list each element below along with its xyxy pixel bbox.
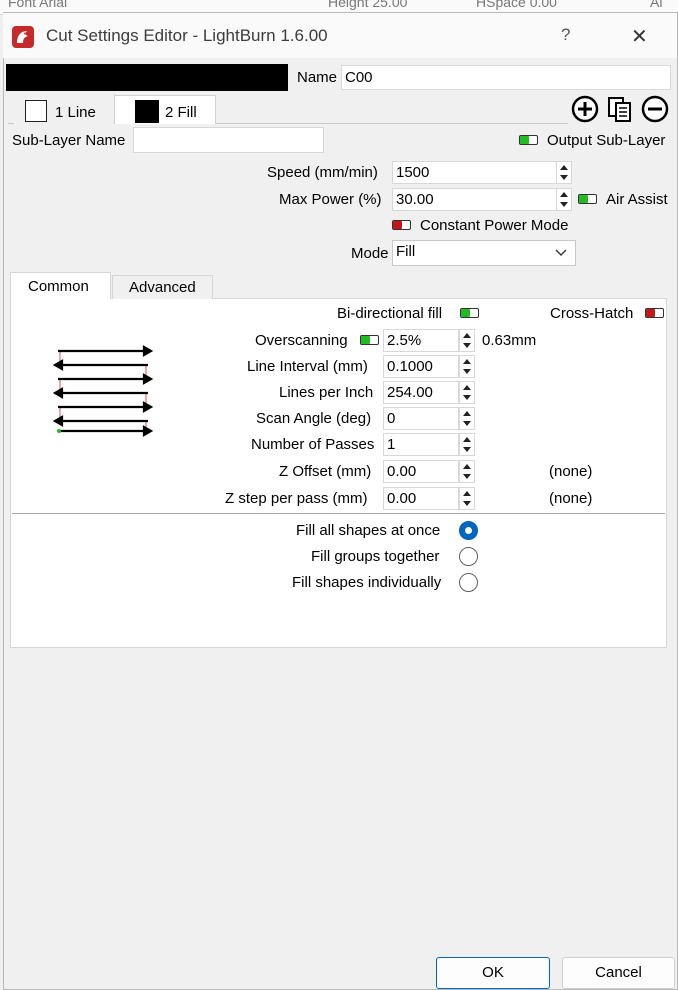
tab-common[interactable]: Common (10, 272, 111, 299)
line-interval-spinner[interactable] (459, 355, 475, 378)
mode-label: Mode (351, 245, 389, 262)
max-power-input[interactable]: 30.00 (392, 188, 557, 211)
name-label: Name (297, 69, 338, 86)
speed-label: Speed (mm/min) (267, 164, 378, 181)
cancel-button[interactable]: Cancel (562, 957, 675, 989)
sublayer-name-input[interactable] (133, 127, 324, 153)
fill-groups-together-label: Fill groups together (311, 548, 440, 565)
line-interval-input[interactable]: 0.1000 (383, 355, 459, 378)
fill-groups-together-radio[interactable] (459, 547, 478, 566)
line-interval-label: Line Interval (mm) (247, 358, 368, 375)
lines-per-inch-label: Lines per Inch (279, 384, 374, 401)
z-step-note: (none) (549, 490, 593, 507)
tab-sublayer-1-label: 1 Line (55, 104, 96, 121)
passes-input[interactable]: 1 (383, 433, 459, 456)
name-input[interactable]: C00 (341, 65, 671, 90)
air-assist-label: Air Assist (606, 191, 668, 208)
title-bar: Cut Settings Editor - LightBurn 1.6.00 ?… (3, 13, 677, 58)
z-offset-note: (none) (549, 463, 593, 480)
add-sublayer-icon[interactable] (571, 95, 599, 123)
overscanning-input[interactable]: 2.5% (383, 329, 459, 352)
scan-angle-spinner[interactable] (459, 407, 475, 430)
lines-per-inch-input[interactable]: 254.00 (383, 381, 459, 404)
tab-advanced[interactable]: Advanced (112, 275, 213, 299)
speed-spinner[interactable] (556, 161, 572, 184)
passes-spinner[interactable] (459, 433, 475, 456)
overscanning-distance: 0.63mm (482, 332, 537, 349)
fill-shapes-individually-radio[interactable] (459, 573, 478, 592)
fill-shapes-individually-label: Fill shapes individually (292, 574, 442, 591)
mode-select-value: Fill (396, 243, 416, 260)
mode-select[interactable]: Fill (392, 240, 576, 266)
max-power-spinner[interactable] (556, 188, 572, 211)
lines-per-inch-spinner[interactable] (459, 381, 475, 404)
divider (12, 513, 665, 514)
output-sublayer-toggle[interactable] (519, 135, 538, 145)
close-button[interactable]: ✕ (631, 24, 648, 49)
fill-all-at-once-label: Fill all shapes at once (296, 522, 441, 539)
sublayer-2-swatch (135, 100, 159, 123)
chevron-down-icon (555, 249, 567, 256)
bidirectional-label: Bi-directional fill (337, 305, 443, 322)
z-offset-spinner[interactable] (459, 460, 475, 483)
overscanning-toggle[interactable] (360, 335, 379, 345)
output-sublayer-label: Output Sub-Layer (547, 132, 666, 149)
background-font-label: Font Arial (8, 0, 68, 10)
fill-pattern-preview (52, 345, 154, 437)
constant-power-label: Constant Power Mode (420, 217, 569, 234)
speed-input[interactable]: 1500 (392, 161, 557, 184)
scan-angle-input[interactable]: 0 (383, 407, 459, 430)
z-offset-input[interactable]: 0.00 (383, 460, 459, 483)
z-step-label: Z step per pass (mm) (225, 490, 368, 507)
sublayer-1-swatch (25, 100, 47, 122)
overscanning-spinner[interactable] (459, 329, 475, 352)
tab-sublayer-2-label: 2 Fill (165, 104, 197, 121)
z-offset-label: Z Offset (mm) (279, 463, 372, 480)
layer-color-swatch[interactable] (6, 64, 288, 91)
background-height-label: Height 25.00 (328, 0, 408, 10)
passes-label: Number of Passes (251, 436, 375, 453)
tab-sublayer-1[interactable]: 1 Line (14, 96, 114, 124)
lightburn-logo-icon (12, 26, 34, 48)
max-power-label: Max Power (%) (279, 191, 382, 208)
tab-sublayer-2[interactable]: 2 Fill (114, 95, 216, 124)
background-hspace-label: HSpace 0.00 (476, 0, 557, 10)
ok-button[interactable]: OK (436, 957, 550, 989)
scan-angle-label: Scan Angle (deg) (256, 410, 372, 427)
air-assist-toggle[interactable] (578, 194, 597, 204)
help-button[interactable]: ? (561, 25, 570, 45)
crosshatch-toggle[interactable] (645, 308, 664, 318)
crosshatch-label: Cross-Hatch (550, 305, 634, 322)
tab-common-label: Common (28, 278, 89, 295)
tab-advanced-label: Advanced (129, 279, 196, 296)
fill-all-at-once-radio[interactable] (459, 521, 478, 540)
z-step-spinner[interactable] (459, 487, 475, 510)
overscanning-label: Overscanning (255, 332, 348, 349)
bidirectional-toggle[interactable] (460, 308, 479, 318)
z-step-input[interactable]: 0.00 (383, 487, 459, 510)
sublayer-name-label: Sub-Layer Name (12, 132, 126, 149)
remove-sublayer-icon[interactable] (641, 95, 669, 123)
constant-power-toggle[interactable] (392, 220, 411, 230)
window-title: Cut Settings Editor - LightBurn 1.6.00 (46, 26, 328, 45)
copy-sublayer-icon[interactable] (606, 95, 634, 123)
background-align-label: Al (650, 0, 663, 10)
